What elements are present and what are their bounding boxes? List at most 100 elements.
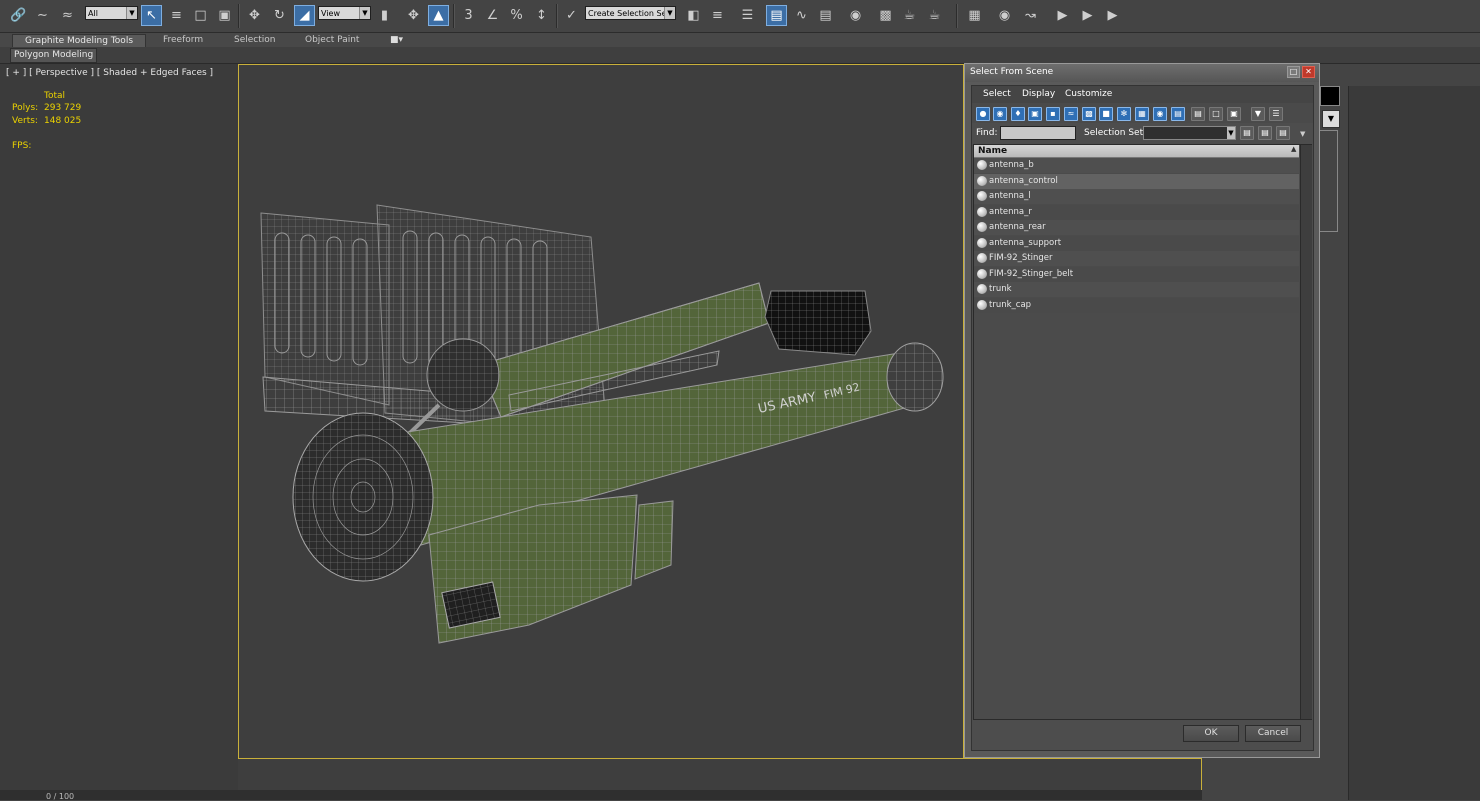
angle-snap-icon[interactable]: ∠ [482, 5, 503, 26]
list-scrollbar[interactable] [1300, 145, 1312, 719]
extra-tool-icon-4[interactable]: ▶ [1052, 5, 1073, 26]
filter-icon[interactable]: ▼ [1251, 107, 1265, 121]
display-cameras-icon[interactable]: ▣ [1028, 107, 1042, 121]
selection-set-add-icon[interactable]: ▤ [1240, 126, 1254, 140]
curve-editor-icon[interactable]: ∿ [791, 5, 812, 26]
tab-graphite-modeling-tools[interactable]: Graphite Modeling Tools [12, 34, 147, 48]
display-invert-icon[interactable]: ▣ [1227, 107, 1241, 121]
display-none-icon[interactable]: □ [1209, 107, 1223, 121]
extra-tool-icon-5[interactable]: ▶ [1077, 5, 1098, 26]
list-item[interactable]: antenna_r [974, 204, 1299, 220]
select-and-link-icon[interactable]: 🔗 [8, 5, 29, 26]
toolbar-overflow-icon[interactable]: ▼ [1300, 130, 1305, 138]
graphite-modeling-tools-icon[interactable]: ▤ [766, 5, 787, 26]
menu-select[interactable]: Select [983, 89, 1011, 99]
ok-button[interactable]: OK [1183, 725, 1239, 742]
find-input[interactable] [1000, 126, 1076, 140]
keyboard-shortcut-override-icon[interactable]: ▲ [428, 5, 449, 26]
selection-set-edit-icon[interactable]: ▤ [1276, 126, 1290, 140]
list-item[interactable]: antenna_l [974, 189, 1299, 204]
select-by-name-icon[interactable]: ≡ [166, 5, 187, 26]
dialog-title: Select From Scene [970, 67, 1054, 77]
reference-coordinate-dropdown[interactable]: View ▼ [318, 6, 371, 20]
select-and-manipulate-icon[interactable]: ✥ [403, 5, 424, 26]
select-and-scale-icon[interactable]: ◢ [294, 5, 315, 26]
ribbon-options-icon[interactable]: ■▾ [390, 34, 403, 46]
main-toolbar: 🔗 ∼ ≈ All ▼ ↖ ≡ □ ▣ ✥ ↻ ◢ View ▼ ▮ ✥ ▲ 3… [0, 0, 1480, 33]
selection-set-dropdown[interactable]: ▼ [1143, 126, 1236, 140]
selection-set-remove-icon[interactable]: ▤ [1258, 126, 1272, 140]
display-groups-icon[interactable]: ▩ [1082, 107, 1096, 121]
display-frozen-icon[interactable]: ◉ [1153, 107, 1167, 121]
menu-display[interactable]: Display [1022, 89, 1055, 99]
selection-filter-value: All [88, 9, 98, 18]
list-item[interactable]: antenna_support [974, 235, 1299, 251]
align-icon[interactable]: ≡ [707, 5, 728, 26]
percent-snap-icon[interactable]: % [506, 5, 527, 26]
list-item[interactable]: trunk_cap [974, 297, 1299, 313]
cancel-button[interactable]: Cancel [1245, 725, 1301, 742]
window-crossing-icon[interactable]: ▣ [214, 5, 235, 26]
display-lights-icon[interactable]: ♦ [1011, 107, 1025, 121]
rectangular-selection-icon[interactable]: □ [190, 5, 211, 26]
select-and-move-icon[interactable]: ✥ [244, 5, 265, 26]
dialog-titlebar[interactable]: Select From Scene □ ✕ [965, 64, 1319, 82]
extra-tool-icon-1[interactable]: ▦ [964, 5, 985, 26]
perspective-viewport[interactable]: US ARMY FIM 92 [238, 64, 964, 790]
tab-freeform[interactable]: Freeform [163, 34, 203, 46]
display-helpers-icon[interactable]: ▪ [1046, 107, 1060, 121]
viewport-label-menu[interactable]: [ + ] [ Perspective ] [ Shaded + Edged F… [6, 68, 213, 78]
schematic-view-icon[interactable]: ▤ [815, 5, 836, 26]
tab-object-paint[interactable]: Object Paint [305, 34, 359, 46]
object-name: trunk_cap [989, 299, 1032, 310]
ribbon-tabs: Graphite Modeling Tools Freeform Selecti… [0, 33, 1480, 48]
list-item[interactable]: trunk [974, 282, 1299, 297]
chevron-down-icon: ▼ [359, 7, 370, 19]
extra-tool-icon-3[interactable]: ↝ [1020, 5, 1041, 26]
object-name: antenna_control [989, 175, 1058, 186]
time-slider[interactable] [0, 790, 1202, 800]
polygon-modeling-panel[interactable]: Polygon Modeling [10, 48, 98, 63]
list-item[interactable]: FIM-92_Stinger [974, 251, 1299, 266]
snaps-toggle-icon[interactable]: 3 [458, 5, 479, 26]
select-and-rotate-icon[interactable]: ↻ [269, 5, 290, 26]
close-icon[interactable]: ✕ [1302, 66, 1315, 78]
render-production-icon[interactable]: ☕ [924, 5, 945, 26]
layer-manager-icon[interactable]: ☰ [737, 5, 758, 26]
spinner-snap-icon[interactable]: ↕ [531, 5, 552, 26]
named-selection-set-dropdown[interactable]: Create Selection Se ▼ [585, 6, 676, 20]
select-object-icon[interactable]: ↖ [141, 5, 162, 26]
display-bones-icon[interactable]: ✻ [1117, 107, 1131, 121]
menu-customize[interactable]: Customize [1065, 89, 1112, 99]
display-geometry-icon[interactable]: ● [976, 107, 990, 121]
display-hidden-icon[interactable]: ▤ [1171, 107, 1185, 121]
list-item[interactable]: antenna_b [974, 158, 1299, 173]
extra-tool-icon-6[interactable]: ▶ [1102, 5, 1123, 26]
command-panel-dropdown[interactable]: ▼ [1322, 110, 1340, 128]
select-from-scene-dialog: Select From Scene □ ✕ Select Display Cus… [964, 63, 1320, 758]
rendered-frame-window-icon[interactable]: ☕ [899, 5, 920, 26]
list-item[interactable]: FIM-92_Stinger_belt [974, 266, 1299, 282]
list-item[interactable]: antenna_rear [974, 220, 1299, 235]
list-item[interactable]: antenna_control [974, 173, 1299, 189]
extra-tool-icon-2[interactable]: ◉ [994, 5, 1015, 26]
name-column-header[interactable]: Name ▲ [974, 145, 1299, 158]
display-shapes-icon[interactable]: ◉ [993, 107, 1007, 121]
filter-options-icon[interactable]: ☰ [1269, 107, 1283, 121]
tab-selection[interactable]: Selection [234, 34, 275, 46]
stats-polys-label: Polys: [12, 103, 39, 113]
bind-to-space-warp-icon[interactable]: ≈ [57, 5, 78, 26]
display-all-icon[interactable]: ▤ [1191, 107, 1205, 121]
display-containers-icon[interactable]: ▦ [1135, 107, 1149, 121]
maximize-icon[interactable]: □ [1287, 66, 1300, 78]
render-setup-icon[interactable]: ▩ [875, 5, 896, 26]
selection-filter-dropdown[interactable]: All ▼ [85, 6, 138, 20]
unlink-selection-icon[interactable]: ∼ [32, 5, 53, 26]
display-xrefs-icon[interactable]: ■ [1099, 107, 1113, 121]
object-color-swatch[interactable] [1320, 86, 1340, 106]
mirror-icon[interactable]: ◧ [683, 5, 704, 26]
material-editor-icon[interactable]: ◉ [845, 5, 866, 26]
display-spacewarps-icon[interactable]: ≈ [1064, 107, 1078, 121]
edit-named-selection-icon[interactable]: ✓ [561, 5, 582, 26]
pivot-center-icon[interactable]: ▮ [374, 5, 395, 26]
